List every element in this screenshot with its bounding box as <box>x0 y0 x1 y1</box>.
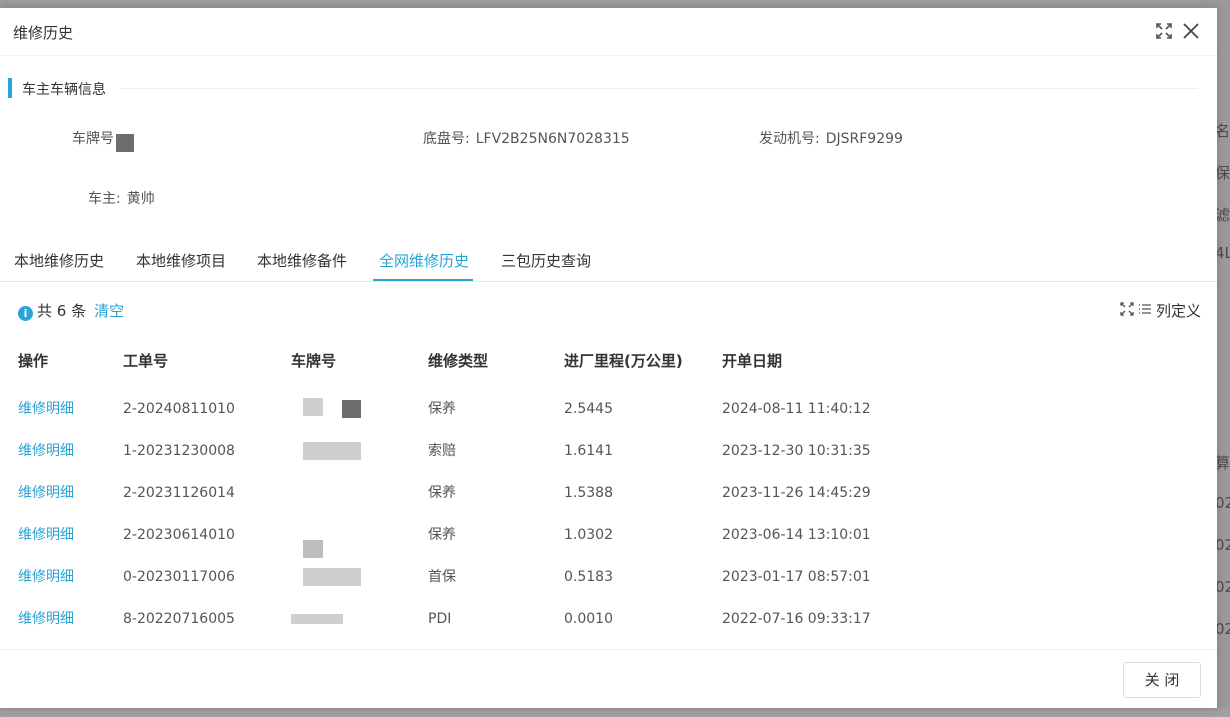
order-number: 8-20220716005 <box>123 611 235 627</box>
background-text: 02 <box>1215 494 1230 512</box>
order-date: 2023-11-26 14:45:29 <box>722 485 871 501</box>
order-date: 2024-08-11 11:40:12 <box>722 401 871 417</box>
modal-title: 维修历史 <box>13 24 74 42</box>
table-row: 维修明细 8-20220716005 PDI 0.0010 2022-07-16… <box>0 598 1217 640</box>
chassis-info: 底盘号: LFV2B25N6N7028315 <box>423 128 630 148</box>
repair-detail-link[interactable]: 维修明细 <box>18 472 74 514</box>
repair-type: 保养 <box>428 527 456 543</box>
order-number: 2-20231126014 <box>123 485 235 501</box>
close-icon[interactable] <box>1180 20 1202 42</box>
background-text: 滤 <box>1215 206 1230 224</box>
info-icon: i <box>18 306 33 321</box>
total-count: 共 6 条 <box>37 302 87 320</box>
modal-footer: 关 闭 <box>0 649 1217 708</box>
background-app-bottom <box>0 708 1230 717</box>
modal-header: 维修历史 <box>0 8 1217 56</box>
column-header: 开单日期 <box>722 352 783 370</box>
redacted-plate <box>303 568 361 586</box>
background-text: 名 <box>1215 122 1230 140</box>
order-number: 0-20230117006 <box>123 569 235 585</box>
table-row: 维修明细 2-20240811010 保养 2.5445 2024-08-11 … <box>0 388 1217 430</box>
repair-detail-link[interactable]: 维修明细 <box>18 598 74 640</box>
mileage: 1.6141 <box>564 443 613 459</box>
section-title-text: 车主车辆信息 <box>22 82 106 98</box>
repair-type: 首保 <box>428 569 456 585</box>
background-app-top <box>0 0 1230 8</box>
active-tab-indicator <box>373 279 473 281</box>
order-date: 2023-06-14 13:10:01 <box>722 527 871 543</box>
repair-detail-link[interactable]: 维修明细 <box>18 556 74 598</box>
mileage: 1.0302 <box>564 527 613 543</box>
redacted-plate <box>291 614 343 624</box>
table-row: 维修明细 2-20230614010 保养 1.0302 2023-06-14 … <box>0 514 1217 558</box>
list-icon <box>1138 302 1152 320</box>
repair-history-modal: 维修历史 车主车辆信息 车牌号 底盘号: LFV2B25N6N7028315 发动… <box>0 8 1217 708</box>
column-header: 工单号 <box>123 352 169 370</box>
fullscreen-small-icon[interactable] <box>1120 302 1134 320</box>
owner-info: 车主: 黄帅 <box>88 188 155 208</box>
mileage: 2.5445 <box>564 401 613 417</box>
owner-label: 车主: <box>88 191 121 207</box>
background-text: 保 <box>1215 164 1230 182</box>
order-date: 2023-12-30 10:31:35 <box>722 443 871 459</box>
mileage: 0.5183 <box>564 569 613 585</box>
owner-value: 黄帅 <box>126 191 155 207</box>
chassis-label: 底盘号: <box>423 131 470 147</box>
order-number: 1-20231230008 <box>123 443 235 459</box>
table-row: 维修明细 2-20231126014 保养 1.5388 2023-11-26 … <box>0 472 1217 514</box>
engine-value: DJSRF9299 <box>825 131 903 147</box>
repair-type: 保养 <box>428 401 456 417</box>
section-accent-bar <box>8 78 12 98</box>
repair-detail-link[interactable]: 维修明细 <box>18 430 74 472</box>
repair-type: 保养 <box>428 485 456 501</box>
order-number: 2-20240811010 <box>123 401 235 417</box>
owner-vehicle-section-title: 车主车辆信息 <box>8 78 1198 98</box>
history-tabs: 本地维修历史 本地维修项目 本地维修备件 全网维修历史 三包历史查询 <box>0 246 1217 282</box>
fullscreen-icon[interactable] <box>1153 20 1175 42</box>
repair-detail-link[interactable]: 维修明细 <box>18 514 74 556</box>
column-header: 车牌号 <box>291 352 337 370</box>
mileage: 1.5388 <box>564 485 613 501</box>
order-date: 2023-01-17 08:57:01 <box>722 569 871 585</box>
background-text: 02 <box>1215 578 1230 596</box>
table-row: 维修明细 1-20231230008 索赔 1.6141 2023-12-30 … <box>0 430 1217 472</box>
redacted-plate <box>303 398 323 416</box>
order-number: 2-20230614010 <box>123 527 235 543</box>
repair-detail-link[interactable]: 维修明细 <box>18 388 74 430</box>
engine-info: 发动机号: DJSRF9299 <box>759 128 903 148</box>
tab-network-history[interactable]: 全网维修历史 <box>379 250 469 271</box>
table-row: 维修明细 0-20230117006 首保 0.5183 2023-01-17 … <box>0 556 1217 598</box>
chassis-value: LFV2B25N6N7028315 <box>475 131 630 147</box>
engine-label: 发动机号: <box>759 131 820 147</box>
clear-link[interactable]: 清空 <box>94 302 124 320</box>
column-definition-label: 列定义 <box>1156 302 1202 320</box>
background-text: 算 <box>1215 454 1230 472</box>
column-header: 操作 <box>18 352 49 370</box>
background-text: 4L <box>1215 244 1230 262</box>
repair-type: PDI <box>428 611 452 627</box>
tab-local-items[interactable]: 本地维修项目 <box>136 250 226 271</box>
column-header: 进厂里程(万公里) <box>564 352 683 370</box>
tab-local-parts[interactable]: 本地维修备件 <box>257 250 347 271</box>
section-divider <box>120 88 1198 89</box>
column-header: 维修类型 <box>428 352 489 370</box>
plate-info: 车牌号 <box>72 128 114 148</box>
result-summary: i 共 6 条清空 <box>18 300 124 321</box>
tab-warranty-query[interactable]: 三包历史查询 <box>501 250 591 271</box>
column-definition-button[interactable]: 列定义 <box>1120 300 1201 321</box>
redacted-plate <box>342 400 361 418</box>
background-text: 02 <box>1215 620 1230 638</box>
order-date: 2022-07-16 09:33:17 <box>722 611 871 627</box>
background-text: 02 <box>1215 536 1230 554</box>
mileage: 0.0010 <box>564 611 613 627</box>
close-button[interactable]: 关 闭 <box>1123 662 1201 698</box>
plate-label: 车牌号 <box>72 131 114 147</box>
repair-type: 索赔 <box>428 443 456 459</box>
redacted-plate <box>303 442 361 460</box>
tab-local-history[interactable]: 本地维修历史 <box>14 250 104 271</box>
redacted-plate <box>116 134 134 152</box>
